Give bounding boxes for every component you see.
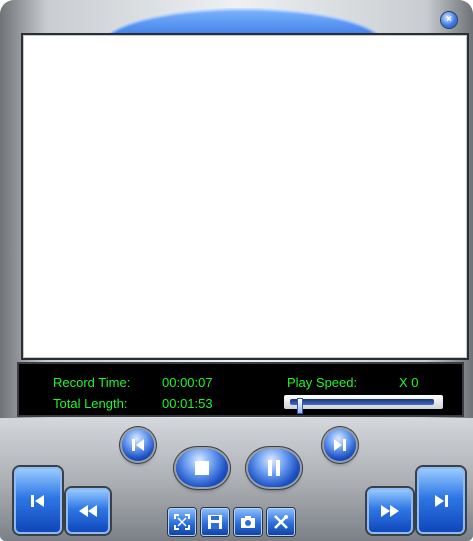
skip-to-end-icon	[432, 493, 450, 509]
player-window: × Record Time: 00:00:07 Total Length: 00…	[0, 0, 473, 541]
skip-to-start-button[interactable]	[14, 467, 62, 534]
slider-thumb[interactable]	[297, 398, 303, 414]
stop-button[interactable]	[176, 449, 228, 487]
save-icon	[207, 514, 223, 530]
total-length-label: Total Length:	[53, 396, 128, 411]
rewind-button[interactable]	[66, 488, 110, 534]
step-back-icon	[130, 438, 146, 452]
slider-track	[290, 398, 434, 414]
record-time-label: Record Time:	[53, 375, 131, 390]
tools-icon	[273, 514, 289, 530]
fullscreen-icon	[174, 514, 190, 530]
step-back-button[interactable]	[122, 429, 154, 461]
close-icon: ×	[446, 14, 452, 25]
play-speed-slider[interactable]	[284, 395, 443, 414]
close-button[interactable]: ×	[441, 12, 457, 28]
fullscreen-button[interactable]	[168, 508, 196, 536]
step-forward-button[interactable]	[324, 429, 356, 461]
skip-to-start-icon	[29, 493, 47, 509]
video-display[interactable]	[21, 33, 469, 360]
stop-icon	[194, 460, 210, 476]
play-speed-label: Play Speed:	[287, 375, 358, 390]
save-button[interactable]	[201, 508, 229, 536]
total-length-value: 00:01:53	[162, 396, 213, 411]
settings-button[interactable]	[267, 508, 295, 536]
pause-icon	[266, 459, 282, 477]
info-panel: Record Time: 00:00:07 Total Length: 00:0…	[17, 362, 464, 417]
fast-forward-button[interactable]	[367, 488, 413, 534]
fast-forward-icon	[379, 504, 401, 518]
play-speed-value: X 0	[399, 375, 419, 390]
pause-button[interactable]	[248, 449, 300, 487]
step-forward-icon	[332, 438, 348, 452]
camera-icon	[240, 514, 256, 530]
snapshot-button[interactable]	[234, 508, 262, 536]
rewind-icon	[77, 504, 99, 518]
record-time-value: 00:00:07	[162, 375, 213, 390]
skip-to-end-button[interactable]	[417, 467, 465, 534]
